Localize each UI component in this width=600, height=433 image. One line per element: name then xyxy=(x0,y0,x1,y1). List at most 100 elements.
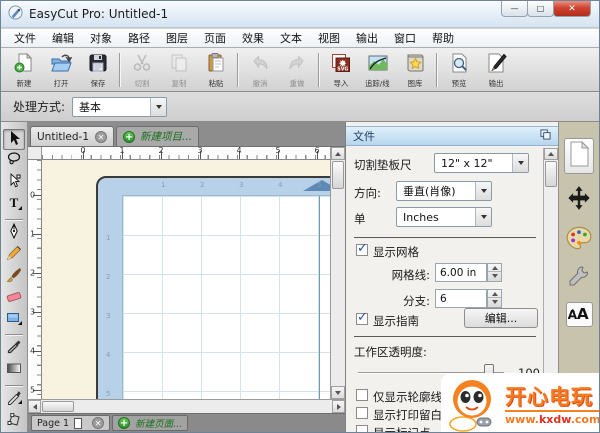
toolbar-undo-button[interactable]: 撤消 xyxy=(241,50,278,89)
units-select[interactable]: Inches xyxy=(396,207,492,227)
reg-marks-checkbox[interactable] xyxy=(356,425,368,432)
panel-header[interactable]: 文件 xyxy=(346,126,558,146)
maximize-button[interactable]: □ xyxy=(527,1,554,17)
tab-close-icon[interactable]: ✕ xyxy=(95,130,108,143)
toolbar-preview-button[interactable]: 预览 xyxy=(440,50,477,89)
spinner-up-icon[interactable] xyxy=(488,264,501,272)
menu-object[interactable]: 对象 xyxy=(82,29,120,48)
new-document-icon xyxy=(13,52,35,78)
menu-text[interactable]: 文本 xyxy=(272,29,310,48)
pencil-tool[interactable] xyxy=(3,245,25,266)
gridlines-input[interactable] xyxy=(435,263,487,282)
mat-number: 4 xyxy=(278,181,283,189)
horizontal-scroll-thumb[interactable] xyxy=(42,401,74,412)
triangle-up-icon xyxy=(335,151,341,156)
document-tab-active[interactable]: Untitled-1 ✕ xyxy=(30,126,115,146)
subdivisions-label: 分支: xyxy=(403,294,430,308)
color-panel-button[interactable] xyxy=(566,226,592,254)
toolbar-trace-button[interactable]: 追踪/线 xyxy=(359,50,396,89)
gradient-tool[interactable] xyxy=(3,360,25,381)
pen-tool[interactable] xyxy=(3,223,25,244)
toolbar-new-button[interactable]: 新建 xyxy=(5,50,42,89)
collapse-panel-icon[interactable] xyxy=(540,129,551,143)
spinner-down-icon[interactable] xyxy=(488,298,501,306)
close-button[interactable]: ✕ xyxy=(553,1,591,17)
document-tab-bar: Untitled-1 ✕ + 新建项目... xyxy=(28,122,345,147)
subdivisions-input[interactable] xyxy=(435,289,487,308)
mat-size-select[interactable]: 12" x 12" xyxy=(434,153,529,173)
document-icon xyxy=(569,140,590,171)
horizontal-scrollbar[interactable] xyxy=(28,399,345,413)
menu-path[interactable]: 路径 xyxy=(120,29,158,48)
eraser-tool[interactable] xyxy=(3,288,25,309)
toolbar-import-button[interactable]: SVG 导入 xyxy=(322,50,359,89)
direct-select-tool[interactable] xyxy=(3,172,25,194)
process-mode-select[interactable]: 基本 xyxy=(72,96,168,117)
edit-guides-button[interactable]: 编辑... xyxy=(464,308,538,328)
toolbar-output-button[interactable]: 输出 xyxy=(477,50,514,89)
panel-scroll-thumb[interactable] xyxy=(545,161,557,187)
brush-tool[interactable] xyxy=(3,266,25,287)
gridlines-label: 网格线: xyxy=(391,268,430,282)
toolbar-redo-button[interactable]: 重做 xyxy=(278,50,315,89)
toolbar-open-button[interactable]: 打开 xyxy=(42,50,79,89)
document-panel-button[interactable] xyxy=(564,138,594,174)
text-tool[interactable]: T xyxy=(3,194,25,215)
ruler-corner xyxy=(28,147,42,160)
tab-close-icon[interactable]: ✕ xyxy=(92,417,105,429)
mat-number: 1 xyxy=(161,181,166,189)
menu-file[interactable]: 文件 xyxy=(6,29,44,48)
page-tab[interactable]: Page 1 ✕ xyxy=(31,415,111,431)
menu-layer[interactable]: 图层 xyxy=(158,29,196,48)
menu-effects[interactable]: 效果 xyxy=(234,29,272,48)
node-edit-tool[interactable] xyxy=(3,410,25,431)
scroll-down-button[interactable] xyxy=(331,386,345,399)
cutting-mat[interactable]: 1 2 3 4 5 6 1 2 3 4 5 xyxy=(96,176,330,399)
scroll-left-button[interactable] xyxy=(28,400,41,413)
orientation-label: 方向: xyxy=(354,186,381,200)
eyedropper-tool[interactable] xyxy=(3,338,25,359)
palette-separator xyxy=(5,219,23,220)
menu-edit[interactable]: 编辑 xyxy=(44,29,82,48)
h-ruler-number: 5 xyxy=(275,146,281,155)
select-arrow-tool[interactable] xyxy=(3,129,25,150)
move-panel-button[interactable] xyxy=(566,185,592,215)
spinner-down-icon[interactable] xyxy=(488,272,501,280)
font-panel-button[interactable]: AA xyxy=(565,302,593,327)
new-project-tab[interactable]: + 新建项目... xyxy=(116,126,200,146)
spinner-up-icon[interactable] xyxy=(488,290,501,298)
toolbar-button-label: 导入 xyxy=(333,79,348,88)
scroll-up-button[interactable] xyxy=(331,147,345,160)
vertical-scroll-thumb[interactable] xyxy=(332,161,344,189)
tools-panel-button[interactable] xyxy=(568,265,590,291)
menu-window[interactable]: 窗口 xyxy=(386,29,424,48)
knife-tool[interactable] xyxy=(3,389,25,410)
scroll-up-button[interactable] xyxy=(544,148,558,160)
minimize-button[interactable]: — xyxy=(501,1,528,17)
toolbar-paste-button[interactable]: 粘贴 xyxy=(197,50,234,89)
print-margins-checkbox[interactable] xyxy=(356,407,368,419)
show-guides-checkbox[interactable] xyxy=(356,310,368,325)
h-ruler-number: 0 xyxy=(80,146,86,155)
gridlines-stepper[interactable] xyxy=(487,263,502,282)
toolbar-library-button[interactable]: 图库 xyxy=(396,50,433,89)
new-page-tab[interactable]: + 新建页面... xyxy=(112,415,189,431)
menu-output[interactable]: 输出 xyxy=(348,29,386,48)
menu-help[interactable]: 帮助 xyxy=(424,29,462,48)
canvas[interactable]: 1 2 3 4 5 6 1 2 3 4 5 xyxy=(42,160,330,399)
rectangle-tool[interactable] xyxy=(3,310,25,331)
subdivisions-stepper[interactable] xyxy=(487,289,502,308)
toolbar-cut-button[interactable]: 切割 xyxy=(123,50,160,89)
menu-view[interactable]: 视图 xyxy=(310,29,348,48)
select-arrow-icon xyxy=(6,130,22,150)
watermark-url: www.kxdw.com xyxy=(505,410,599,426)
show-grid-checkbox[interactable] xyxy=(356,241,368,256)
outline-only-checkbox[interactable] xyxy=(356,389,368,401)
menu-page[interactable]: 页面 xyxy=(196,29,234,48)
toolbar-copy-button[interactable]: 复制 xyxy=(160,50,197,89)
scroll-right-button[interactable] xyxy=(332,400,345,413)
lasso-tool[interactable] xyxy=(3,151,25,172)
orientation-select[interactable]: 垂直(肖像) xyxy=(396,181,492,201)
vertical-scrollbar[interactable] xyxy=(330,147,345,399)
toolbar-save-button[interactable]: 保存 xyxy=(79,50,116,89)
